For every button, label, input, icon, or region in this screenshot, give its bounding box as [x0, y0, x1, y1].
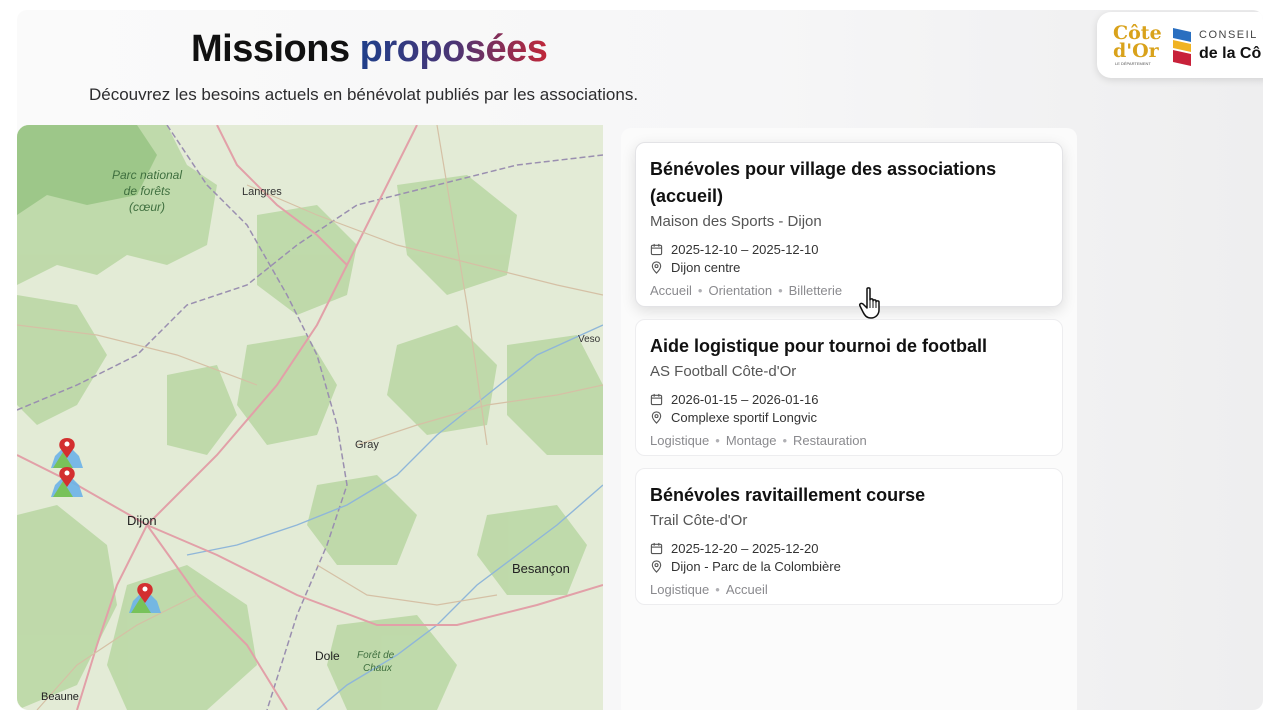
map-label-dole: Dole: [315, 649, 340, 663]
mission-tags: Accueil • Orientation • Billetterie: [650, 283, 843, 298]
map-pin-icon: [651, 411, 662, 424]
mission-dates: 2026-01-15 – 2026-01-16: [650, 392, 818, 407]
mission-location: Dijon centre: [650, 260, 740, 275]
logo-flag-icon: [1173, 28, 1191, 66]
mission-location: Dijon - Parc de la Colombière: [650, 559, 841, 574]
map-pin-icon: [651, 560, 662, 573]
map-label-park-3: (cœur): [129, 200, 165, 214]
map-label-park-1: Parc national: [112, 168, 182, 182]
logo-conseil: CONSEIL: [1199, 29, 1258, 41]
map-label-vesoul: Veso: [578, 334, 601, 345]
mission-org: Trail Côte-d'Or: [650, 512, 748, 529]
mission-tags: Logistique • Accueil: [650, 582, 768, 597]
mission-tag: Logistique: [650, 433, 710, 448]
map-canvas[interactable]: Parc national de forêts (cœur) Langres V…: [17, 125, 603, 710]
calendar-icon: [650, 393, 663, 406]
mission-dates: 2025-12-10 – 2025-12-10: [650, 242, 818, 257]
page-title: Missions proposées: [191, 28, 548, 71]
mission-dates: 2025-12-20 – 2025-12-20: [650, 541, 818, 556]
map-label-gray: Gray: [355, 439, 379, 451]
calendar-icon: [650, 243, 663, 256]
mission-tag: Accueil: [650, 283, 692, 298]
logo-de-la-cote: de la Cô: [1199, 45, 1262, 62]
page-subtitle: Découvrez les besoins actuels en bénévol…: [89, 85, 639, 104]
map-label-park-2: de forêts: [124, 184, 171, 198]
mission-card[interactable]: Bénévoles pour village des associations …: [635, 142, 1063, 307]
title-word-proposees: proposées: [359, 28, 548, 70]
title-word-missions: Missions: [191, 28, 350, 70]
logo-wordmark: Côte d'Or: [1113, 22, 1162, 62]
mission-title: Bénévoles pour village des associations …: [650, 159, 997, 206]
hand-pointer-icon: [859, 287, 880, 319]
map-label-langres: Langres: [242, 186, 282, 198]
mission-org: AS Football Côte-d'Or: [650, 363, 797, 380]
map-label-besancon: Besançon: [512, 561, 570, 576]
mission-title: Aide logistique pour tournoi de football: [650, 336, 987, 356]
mission-card[interactable]: Aide logistique pour tournoi de football…: [635, 319, 1063, 456]
mission-tag: Restauration: [793, 433, 867, 448]
calendar-icon: [650, 542, 663, 555]
map-label-dijon: Dijon: [127, 513, 157, 528]
mission-tag: Billetterie: [788, 283, 843, 298]
map-label-foret-1: Forêt de: [357, 650, 395, 661]
mission-tag: Montage: [725, 433, 777, 448]
mission-title: Bénévoles ravitaillement course: [650, 485, 926, 505]
map-pin-icon: [651, 261, 662, 274]
mission-tag: Orientation: [708, 283, 773, 298]
mission-location: Complexe sportif Longvic: [650, 410, 817, 425]
cote-dor-logo[interactable]: Côte d'Or LE DÉPARTEMENT CONSEIL de la C…: [1097, 12, 1263, 78]
page: Missions proposées Découvrez les besoins…: [17, 10, 1263, 710]
missions-list: Bénévoles pour village des associations …: [621, 128, 1077, 710]
mission-tag: Logistique: [650, 582, 710, 597]
mission-card[interactable]: Bénévoles ravitaillement course Trail Cô…: [635, 468, 1063, 605]
missions-map[interactable]: Parc national de forêts (cœur) Langres V…: [17, 125, 603, 710]
mission-tag: Accueil: [725, 582, 768, 597]
mission-tags: Logistique • Montage • Restauration: [650, 433, 867, 448]
map-label-beaune: Beaune: [41, 691, 79, 703]
mission-org: Maison des Sports - Dijon: [650, 213, 822, 230]
logo-tagline: LE DÉPARTEMENT: [1115, 61, 1151, 66]
map-label-foret-2: Chaux: [363, 663, 393, 674]
